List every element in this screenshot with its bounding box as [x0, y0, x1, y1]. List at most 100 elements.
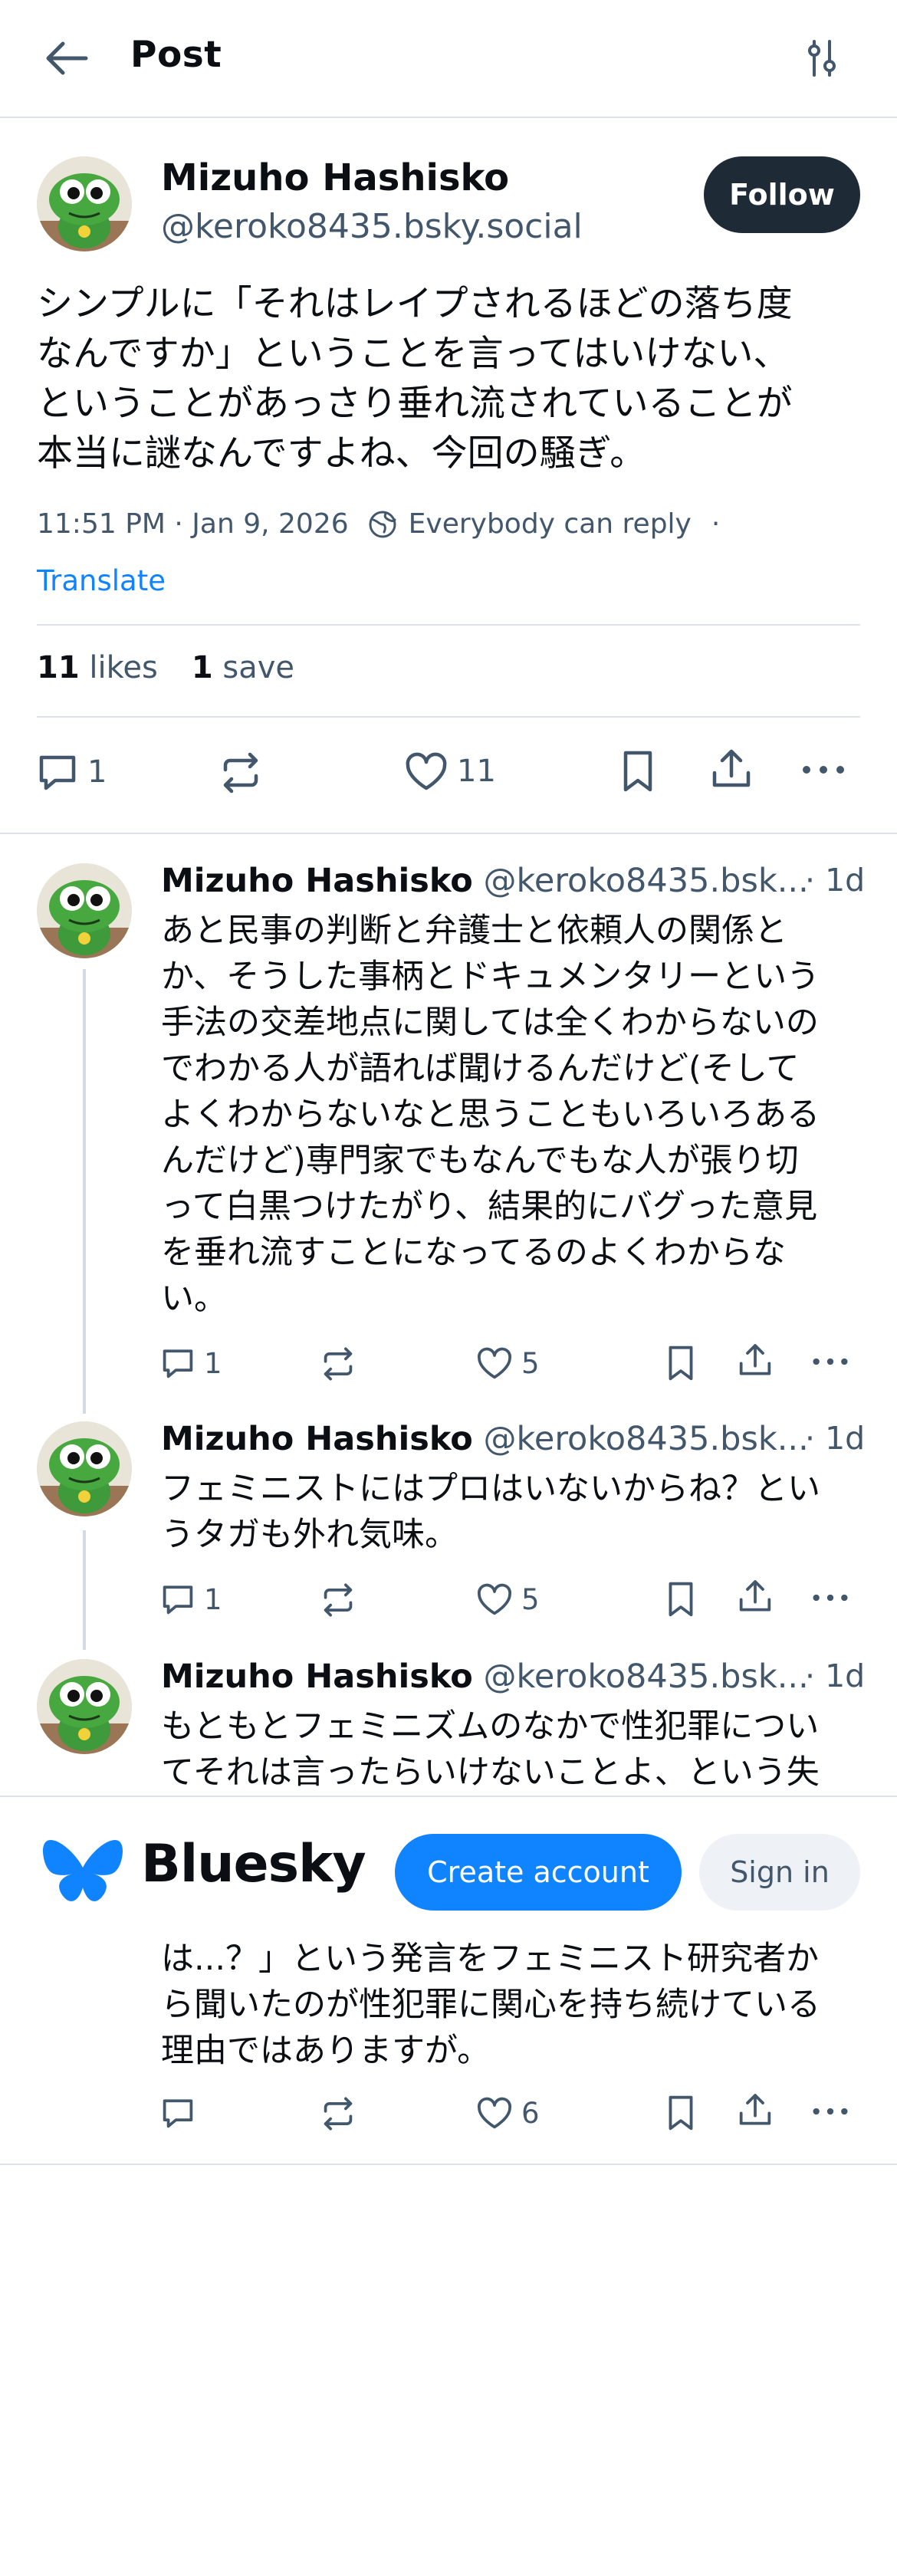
reply-text-line: 理由ではありますが。: [161, 2032, 491, 2070]
divider: [37, 624, 860, 626]
reply-time[interactable]: · 1d: [805, 1658, 865, 1694]
saves-count: 1: [191, 650, 213, 685]
repost-button[interactable]: [319, 2096, 357, 2131]
create-account-button[interactable]: Create account: [395, 1834, 682, 1911]
sign-in-button[interactable]: Sign in: [699, 1834, 860, 1911]
reply-text: もともとフェミニズムのなかで性犯罪につい てそれは言ったらいけないことよ、という…: [161, 1704, 863, 1796]
reply-text-line: って白黒つけたがり、結果的にバグった意見: [161, 1188, 818, 1226]
reply-setting[interactable]: Everybody can reply: [409, 508, 692, 540]
bookmark-icon[interactable]: [664, 2093, 698, 2133]
post-text-line: シンプルに「それはレイプされるほどの落ち度: [37, 283, 793, 325]
post-text: シンプルに「それはレイプされるほどの落ち度 なんですか」ということを言ってはいけ…: [37, 279, 865, 478]
like-count: 6: [521, 2096, 540, 2130]
share-icon[interactable]: [736, 2091, 774, 2130]
reply-author[interactable]: Mizuho Hashisko @keroko8435.bsk...: [161, 862, 809, 900]
like-button[interactable]: 5: [475, 1345, 540, 1382]
more-icon[interactable]: [811, 2102, 849, 2121]
reply-text-line: うタガも外れ気味。: [161, 1516, 458, 1554]
reply-author-name: Mizuho Hashisko: [161, 1658, 473, 1696]
reply-author-handle: @keroko8435.bsk...: [483, 1420, 809, 1458]
likes-label: likes: [89, 650, 158, 685]
like-count: 11: [457, 754, 496, 789]
more-icon[interactable]: [811, 1352, 849, 1371]
like-count: 5: [521, 1346, 540, 1380]
reply-text-line: フェミニストにはプロはいないからね？とい: [161, 1470, 820, 1508]
reply-text-line: もともとフェミニズムのなかで性犯罪につい: [161, 1707, 820, 1746]
avatar[interactable]: [37, 1421, 132, 1516]
avatar[interactable]: [37, 1659, 132, 1754]
reply-author[interactable]: Mizuho Hashisko @keroko8435.bsk...: [161, 1658, 809, 1696]
reply-author[interactable]: Mizuho Hashisko @keroko8435.bsk...: [161, 1420, 809, 1458]
bookmark-icon[interactable]: [664, 1343, 698, 1383]
reply-text: あと民事の判断と弁護士と依頼人の関係と か、そうした事柄とドキュメンタリーという…: [161, 908, 863, 1322]
post-timestamp: 11:51 PM · Jan 9, 2026: [37, 508, 349, 540]
reply-text-line: でわかる人が語れば聞けるんだけど(そして: [161, 1050, 800, 1088]
author-name[interactable]: Mizuho Hashisko: [161, 156, 509, 199]
saves-label: save: [222, 650, 295, 685]
meta-separator: ·: [711, 508, 721, 540]
reply-count: 1: [204, 1582, 222, 1616]
post-text-line: ということがあっさり垂れ流されていることが: [37, 383, 793, 425]
more-icon[interactable]: [811, 1589, 849, 1607]
like-button[interactable]: 6: [475, 2095, 540, 2131]
reply-text-line: んだけど)専門家でもなんでもな人が張り切: [161, 1142, 799, 1180]
reply-author-handle: @keroko8435.bsk...: [483, 862, 809, 900]
reply-text-line: 手法の交差地点に関しては全くわからないの: [161, 1004, 819, 1042]
globe-icon: [367, 509, 398, 540]
like-button[interactable]: 11: [403, 750, 496, 793]
reply-text-line: を垂れ流すことになってるのよくわからな: [161, 1234, 786, 1272]
reply-author-name: Mizuho Hashisko: [161, 862, 473, 900]
signup-banner: Bluesky Create account Sign in: [0, 1796, 897, 1918]
bluesky-butterfly-icon: [43, 1837, 123, 1911]
reply-count: 1: [204, 1346, 222, 1380]
share-icon[interactable]: [736, 1342, 774, 1380]
reply-button[interactable]: 1: [159, 1581, 222, 1618]
reply-text-line: ら聞いたのが性犯罪に関心を持ち続けている: [161, 1986, 820, 2024]
share-icon[interactable]: [708, 747, 754, 793]
like-button[interactable]: 5: [475, 1581, 540, 1618]
post-text-line: 本当に謎なんですよね、今回の騒ぎ。: [37, 432, 646, 475]
reply-time[interactable]: · 1d: [805, 1420, 865, 1457]
divider: [37, 716, 860, 718]
avatar[interactable]: [37, 156, 132, 251]
bookmark-icon[interactable]: [664, 1579, 698, 1619]
divider: [0, 2164, 897, 2165]
likes-stat[interactable]: 11 likes: [37, 650, 158, 685]
repost-button[interactable]: [218, 751, 264, 794]
thread-line: [83, 1530, 86, 1650]
follow-button[interactable]: Follow: [704, 156, 860, 233]
avatar[interactable]: [37, 863, 132, 958]
bluesky-wordmark: Bluesky: [141, 1834, 366, 1894]
divider: [0, 833, 897, 834]
reply-count: 1: [87, 754, 107, 790]
reply-button[interactable]: 1: [35, 750, 107, 794]
reply-button[interactable]: [159, 2095, 196, 2131]
reply-text-line: よくわからないなと思うこともいろいろある: [161, 1096, 820, 1134]
reply-text-line: い。: [161, 1280, 227, 1318]
reply-text-line: あと民事の判断と弁護士と依頼人の関係と: [161, 912, 787, 950]
content-area: Mizuho Hashisko @keroko8435.bsky.social …: [0, 0, 897, 1796]
post-text-line: なんですか」ということを言ってはいけない、: [37, 333, 790, 375]
reply-text: は...？」という発言をフェミニスト研究者か ら聞いたのが性犯罪に関心を持ち続け…: [161, 1936, 863, 2074]
repost-button[interactable]: [319, 1346, 357, 1382]
translate-link[interactable]: Translate: [37, 564, 166, 597]
post-meta: 11:51 PM · Jan 9, 2026 Everybody can rep…: [37, 508, 720, 540]
bookmark-icon[interactable]: [618, 748, 658, 794]
saves-stat[interactable]: 1 save: [192, 650, 294, 685]
share-icon[interactable]: [736, 1578, 774, 1616]
reply-author-handle: @keroko8435.bsk...: [483, 1658, 809, 1696]
reply-text-line: か、そうした事柄とドキュメンタリーという: [161, 958, 820, 996]
likes-count: 11: [37, 650, 80, 685]
post-stats: 11 likes 1 save: [37, 650, 294, 685]
reply-text-line: てそれは言ったらいけないことよ、という失: [161, 1753, 820, 1792]
repost-button[interactable]: [319, 1582, 357, 1618]
thread-line: [83, 969, 86, 1414]
author-handle[interactable]: @keroko8435.bsky.social: [161, 207, 583, 246]
like-count: 5: [521, 1582, 540, 1616]
reply-text-line: は...？」という発言をフェミニスト研究者か: [161, 1940, 820, 1978]
reply-time[interactable]: · 1d: [805, 862, 865, 899]
reply-text: フェミニストにはプロはいないからね？とい うタガも外れ気味。: [161, 1466, 863, 1558]
more-icon[interactable]: [800, 759, 846, 780]
reply-button[interactable]: 1: [159, 1345, 222, 1382]
reply-author-name: Mizuho Hashisko: [161, 1420, 473, 1458]
